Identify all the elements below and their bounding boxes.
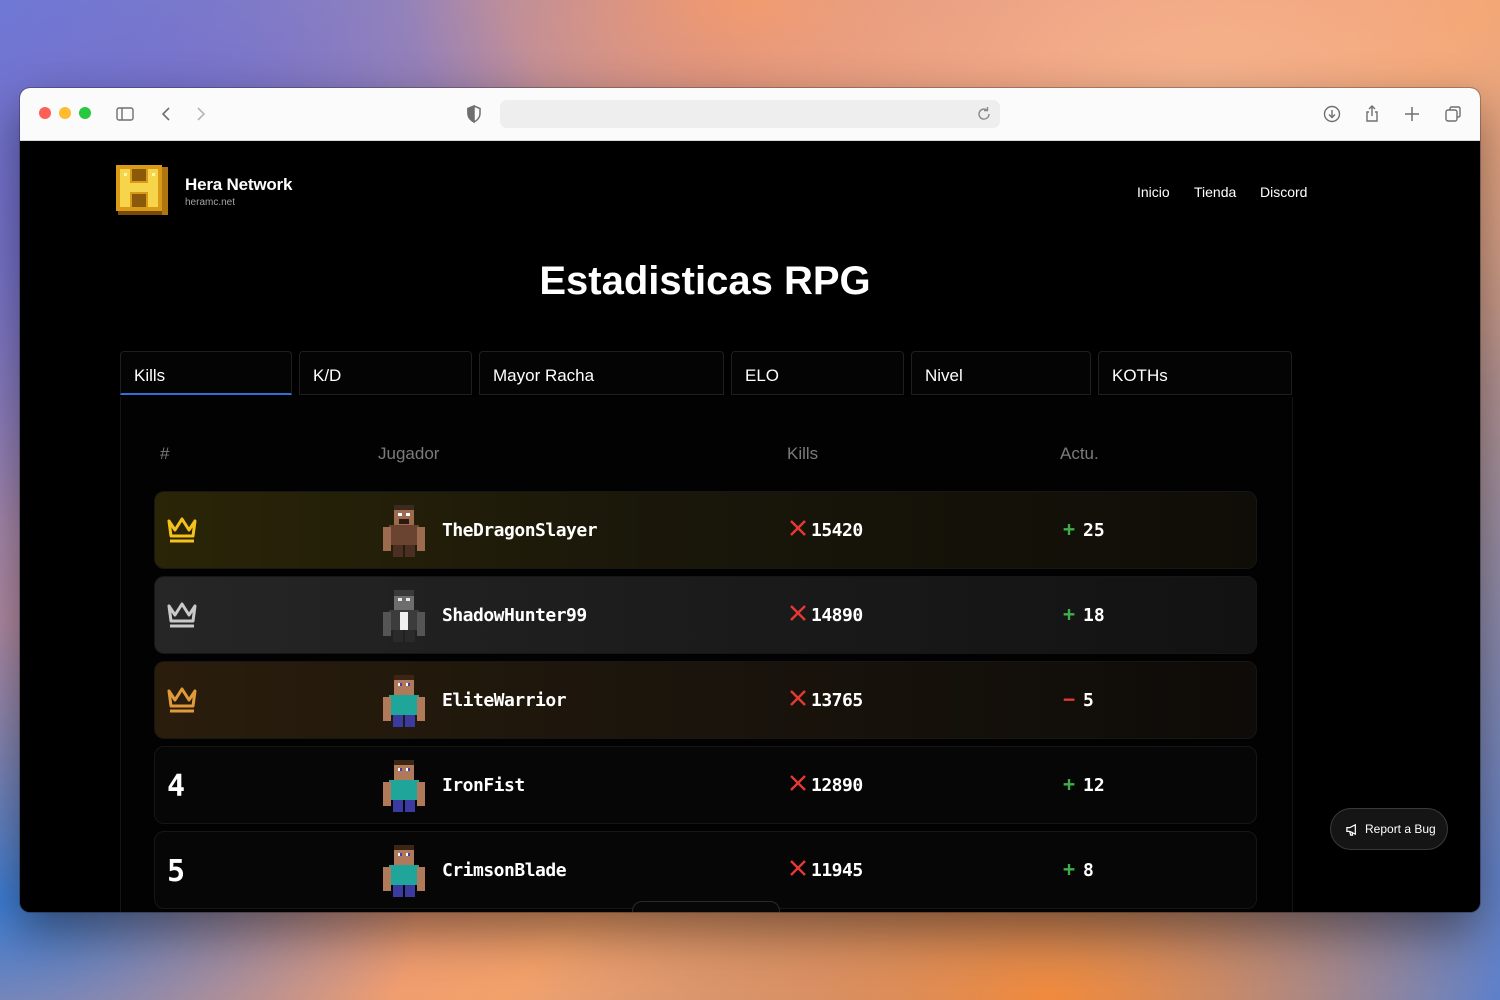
header-change: Actu. xyxy=(1060,444,1099,463)
player-avatar xyxy=(383,760,425,812)
kill-count: 15420 xyxy=(811,520,863,541)
share-icon[interactable] xyxy=(1360,102,1384,126)
change-up-icon: + xyxy=(1063,602,1076,626)
brand-name[interactable]: Hera Network xyxy=(185,175,292,195)
zoom-window-button[interactable] xyxy=(79,107,91,119)
crossed-swords-icon xyxy=(790,690,806,706)
megaphone-icon xyxy=(1346,823,1356,836)
back-arrow-icon[interactable] xyxy=(155,102,179,126)
tab-kd[interactable]: K/D xyxy=(299,351,472,395)
download-icon[interactable] xyxy=(1320,102,1344,126)
crossed-swords-icon xyxy=(790,860,806,876)
player-avatar xyxy=(383,845,425,897)
crossed-swords-icon xyxy=(790,775,806,791)
page-title: Estadisticas RPG xyxy=(539,259,871,303)
web-page: Hera Network heramc.net Inicio Tienda Di… xyxy=(20,141,1480,912)
tab-mayor-racha[interactable]: Mayor Racha xyxy=(479,351,724,395)
tab-label: K/D xyxy=(313,366,342,385)
table-row[interactable]: TheDragonSlayer 15420 + 25 xyxy=(154,491,1257,569)
gold-crown-icon xyxy=(167,517,197,543)
tab-label: Kills xyxy=(134,366,166,385)
close-window-button[interactable] xyxy=(39,107,51,119)
change-up-icon: + xyxy=(1063,772,1076,796)
change-up-icon: + xyxy=(1063,857,1076,881)
browser-window: Hera Network heramc.net Inicio Tienda Di… xyxy=(20,88,1480,912)
address-bar[interactable] xyxy=(500,100,1000,128)
kill-count: 12890 xyxy=(811,775,863,796)
crossed-swords-icon xyxy=(790,605,806,621)
tab-overview-icon[interactable] xyxy=(1441,102,1465,126)
tab-koths[interactable]: KOTHs xyxy=(1098,351,1292,395)
table-row[interactable]: ShadowHunter99 14890 + 18 xyxy=(154,576,1257,654)
brand-domain: heramc.net xyxy=(185,197,236,208)
change-value: 12 xyxy=(1083,775,1105,796)
player-name[interactable]: CrimsonBlade xyxy=(442,860,567,881)
tab-label: Mayor Racha xyxy=(493,366,595,385)
new-tab-plus-icon[interactable] xyxy=(1400,102,1424,126)
privacy-shield-icon[interactable] xyxy=(462,102,486,126)
change-value: 18 xyxy=(1083,605,1105,626)
report-bug-button[interactable]: Report a Bug xyxy=(1330,808,1448,850)
header-kills: Kills xyxy=(787,444,819,463)
tab-elo[interactable]: ELO xyxy=(731,351,904,395)
tab-label: Nivel xyxy=(925,366,963,385)
header-player: Jugador xyxy=(378,444,440,463)
player-avatar xyxy=(383,675,425,727)
tab-kills[interactable]: Kills xyxy=(120,351,292,395)
player-avatar xyxy=(383,590,425,642)
nav-discord[interactable]: Discord xyxy=(1260,184,1307,200)
silver-crown-icon xyxy=(167,602,197,628)
tab-label: KOTHs xyxy=(1112,366,1168,385)
change-up-icon: + xyxy=(1063,517,1076,541)
rank-number: 5 xyxy=(167,854,186,889)
tab-nivel[interactable]: Nivel xyxy=(911,351,1091,395)
rank-number: 4 xyxy=(167,769,186,804)
tab-label: ELO xyxy=(745,366,780,385)
minimize-window-button[interactable] xyxy=(59,107,71,119)
forward-arrow-icon[interactable] xyxy=(188,102,212,126)
hera-logo-icon[interactable] xyxy=(114,161,170,219)
table-row[interactable]: 5 CrimsonBlade 11945 + 8 xyxy=(154,831,1257,909)
change-value: 8 xyxy=(1083,860,1094,881)
reload-icon[interactable] xyxy=(974,104,994,124)
kill-count: 13765 xyxy=(811,690,863,711)
player-avatar xyxy=(383,505,425,557)
sidebar-toggle-icon[interactable] xyxy=(113,102,137,126)
report-bug-label: Report a Bug xyxy=(1365,822,1436,836)
bronze-crown-icon xyxy=(167,687,197,713)
browser-toolbar xyxy=(20,88,1480,141)
crossed-swords-icon xyxy=(790,520,806,536)
change-value: 5 xyxy=(1083,690,1094,711)
kill-count: 11945 xyxy=(811,860,863,881)
player-name[interactable]: ShadowHunter99 xyxy=(442,605,587,626)
table-row[interactable]: 4 IronFist 12890 + 12 xyxy=(154,746,1257,824)
nav-inicio[interactable]: Inicio xyxy=(1137,184,1170,200)
change-value: 25 xyxy=(1083,520,1105,541)
pagination-peek[interactable] xyxy=(632,901,780,912)
table-row[interactable]: EliteWarrior 13765 − 5 xyxy=(154,661,1257,739)
player-name[interactable]: EliteWarrior xyxy=(442,690,567,711)
header-rank: # xyxy=(160,444,170,463)
change-down-icon: − xyxy=(1063,687,1076,711)
nav-tienda[interactable]: Tienda xyxy=(1194,184,1236,200)
player-name[interactable]: TheDragonSlayer xyxy=(442,520,598,541)
kill-count: 14890 xyxy=(811,605,863,626)
player-name[interactable]: IronFist xyxy=(442,775,525,796)
